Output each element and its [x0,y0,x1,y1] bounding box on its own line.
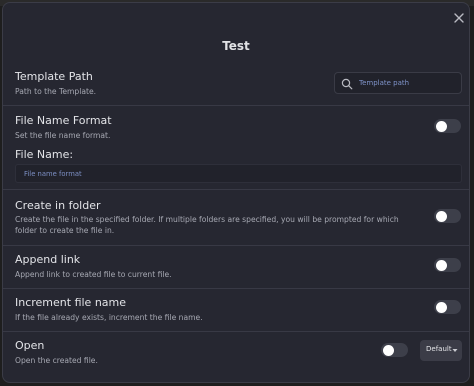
toggle-knob [435,301,447,313]
close-button[interactable] [452,11,466,25]
setting-description: Open the created file. [15,356,98,365]
template-path-input[interactable] [359,76,457,90]
setting-name: Template Path [15,70,93,83]
setting-name: Append link [15,253,81,266]
close-icon [454,13,464,23]
modal-title: Test [222,39,250,53]
setting-file-name-format: File Name Format Set the file name forma… [3,105,469,149]
setting-description: Create the file in the specified folder.… [15,215,399,235]
append-link-toggle[interactable] [434,258,461,272]
dropdown-selected-value: Default [426,345,452,353]
search-icon [341,78,353,90]
setting-create-in-folder: Create in folder Create the file in the … [3,189,469,247]
setting-increment-file-name: Increment file name If the file already … [3,288,469,331]
file-name-format-input[interactable] [15,164,462,183]
setting-name: Open [15,339,45,352]
chevron-down-icon [452,349,458,352]
setting-append-link: Append link Append link to created file … [3,245,469,288]
toggle-knob [435,210,447,222]
template-path-search[interactable] [334,72,462,94]
create-in-folder-toggle[interactable] [434,209,461,223]
toggle-knob [435,259,447,271]
increment-file-name-toggle[interactable] [434,300,461,314]
open-toggle[interactable] [381,343,408,357]
setting-name: Create in folder [15,199,101,212]
file-name-label: File Name: [15,148,74,161]
setting-description: If the file already exists, increment th… [15,313,203,322]
setting-name: Increment file name [15,296,127,309]
open-mode-dropdown[interactable]: Default [420,340,462,361]
setting-description: Append link to created file to current f… [15,270,172,279]
setting-description: Set the file name format. [15,131,111,140]
toggle-knob [435,120,447,132]
file-name-format-toggle[interactable] [434,119,461,133]
toggle-knob [382,344,394,356]
choice-settings-modal: Test Template Path Path to the Template.… [2,2,470,383]
setting-name: File Name Format [15,114,112,127]
